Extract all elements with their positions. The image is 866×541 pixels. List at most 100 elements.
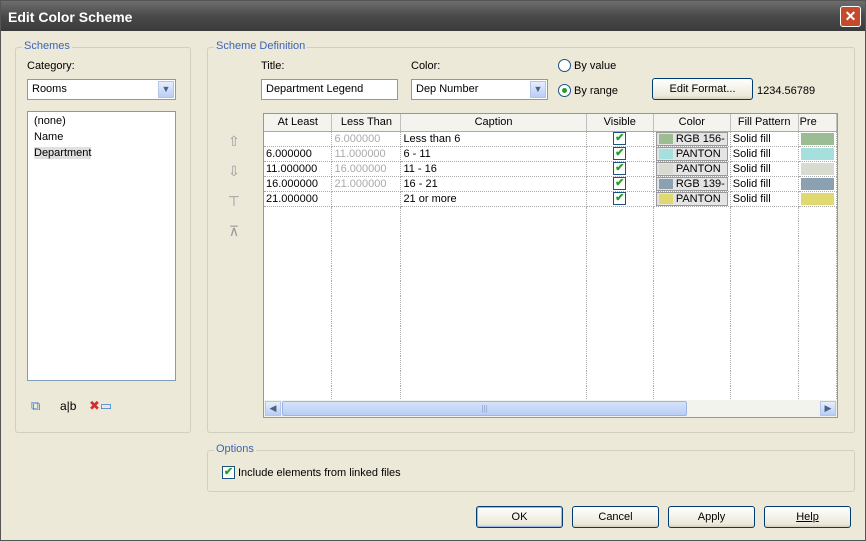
at-least-cell[interactable] [264,131,333,147]
col-preview[interactable]: Pre [798,114,837,132]
fill-pattern-cell[interactable]: Solid fill [730,146,799,162]
visible-cell[interactable]: ✔ [586,176,654,192]
color-button[interactable]: RGB 139- [655,176,728,190]
color-cell[interactable]: RGB 139- [653,176,731,192]
col-visible[interactable]: Visible [586,114,654,132]
table-row[interactable]: 11.000000 16.000000 11 - 16 ✔ PANTON Sol… [264,161,837,177]
fill-pattern-cell[interactable]: Solid fill [730,191,799,207]
checkbox-checked-icon[interactable]: ✔ [613,132,627,145]
color-name: PANTON [675,147,721,160]
empty-cell [730,311,799,326]
fill-pattern-cell[interactable]: Solid fill [730,161,799,177]
checkbox-checked-icon[interactable]: ✔ [613,147,627,160]
empty-cell [586,221,654,236]
scroll-left-icon[interactable]: ◀ [265,401,281,416]
empty-cell [798,236,837,251]
checkbox-checked-icon[interactable]: ✔ [613,177,627,190]
col-color[interactable]: Color [653,114,731,132]
less-than-cell[interactable]: 21.000000 [331,176,402,192]
include-linked-checkbox[interactable]: ✔ Include elements from linked files [222,466,401,479]
less-than-cell[interactable]: 16.000000 [331,161,402,177]
move-row-down-icon[interactable]: ⇩ [225,163,243,179]
title-input[interactable]: Department Legend [261,79,398,100]
scroll-thumb[interactable]: ||| [282,401,687,416]
duplicate-scheme-icon[interactable]: ⧉ [31,398,40,414]
empty-cell [586,251,654,266]
apply-button[interactable]: Apply [668,506,755,528]
delete-scheme-icon[interactable]: ✖▭ [89,398,112,414]
color-cell[interactable]: PANTON [653,146,731,162]
color-button[interactable]: RGB 156- [655,131,728,145]
less-than-cell[interactable]: 6.000000 [331,131,402,147]
color-name: PANTON [675,192,721,205]
scheme-item-none[interactable]: (none) [28,114,175,130]
at-least-cell[interactable]: 6.000000 [264,146,333,162]
table-row[interactable]: 21.000000 21 or more ✔ PANTON Solid fill [264,191,837,207]
delete-row-icon[interactable]: ⊼ [225,223,243,239]
caption-cell[interactable]: 11 - 16 [400,161,587,177]
by-range-label: By range [574,84,619,97]
by-value-radio[interactable]: By value [558,59,616,72]
table-row[interactable]: 6.000000 11.000000 6 - 11 ✔ PANTON Solid… [264,146,837,162]
category-select[interactable]: Rooms ▼ [27,79,176,100]
color-cell[interactable]: RGB 156- [653,131,731,147]
visible-cell[interactable]: ✔ [586,131,654,147]
ok-button[interactable]: OK [476,506,563,528]
caption-cell[interactable]: Less than 6 [400,131,587,147]
scheme-table[interactable]: At Least Less Than Caption Visible Color… [263,113,838,418]
rename-scheme-icon[interactable]: a|b [60,399,76,413]
col-less-than[interactable]: Less Than [331,114,402,132]
color-button[interactable]: PANTON [655,191,728,205]
scroll-right-icon[interactable]: ▶ [820,401,836,416]
visible-cell[interactable]: ✔ [586,146,654,162]
empty-row [264,236,837,251]
caption-cell[interactable]: 21 or more [400,191,587,207]
caption-cell[interactable]: 6 - 11 [400,146,587,162]
radio-selected-icon [558,84,571,97]
col-caption[interactable]: Caption [400,114,587,132]
checkbox-checked-icon[interactable]: ✔ [613,162,627,175]
by-range-radio[interactable]: By range [558,84,618,97]
empty-cell [400,311,587,326]
empty-cell [798,311,837,326]
empty-cell [400,356,587,371]
empty-row [264,221,837,236]
at-least-cell[interactable]: 11.000000 [264,161,333,177]
visible-cell[interactable]: ✔ [586,161,654,177]
color-cell[interactable]: PANTON [653,191,731,207]
less-than-cell[interactable] [331,191,402,207]
empty-cell [331,386,402,401]
edit-format-button[interactable]: Edit Format... [652,78,753,100]
scheme-item-department[interactable]: Department [34,147,92,159]
table-row[interactable]: 6.000000 Less than 6 ✔ RGB 156- Solid fi… [264,131,837,147]
help-button[interactable]: Help [764,506,851,528]
color-cell[interactable]: PANTON [653,161,731,177]
move-row-up-icon[interactable]: ⇧ [225,133,243,149]
fill-pattern-cell[interactable]: Solid fill [730,176,799,192]
table-row[interactable]: 16.000000 21.000000 16 - 21 ✔ RGB 139- S… [264,176,837,192]
empty-cell [798,296,837,311]
preview-cell [798,131,837,147]
less-than-cell[interactable]: 11.000000 [331,146,402,162]
scheme-list[interactable]: (none) Name Department [27,111,176,381]
col-fill-pattern[interactable]: Fill Pattern [730,114,799,132]
at-least-cell[interactable]: 16.000000 [264,176,333,192]
horizontal-scrollbar[interactable]: ◀ ||| ▶ [264,400,837,417]
close-button[interactable]: ✕ [840,6,861,27]
col-at-least[interactable]: At Least [264,114,333,132]
fill-pattern-cell[interactable]: Solid fill [730,131,799,147]
caption-cell[interactable]: 16 - 21 [400,176,587,192]
cancel-button[interactable]: Cancel [572,506,659,528]
color-select[interactable]: Dep Number ▼ [411,79,548,100]
checkbox-checked-icon[interactable]: ✔ [613,192,627,205]
chevron-down-icon[interactable]: ▼ [530,81,546,98]
color-button[interactable]: PANTON [655,146,728,160]
visible-cell[interactable]: ✔ [586,191,654,207]
scheme-item-name[interactable]: Name [28,130,175,146]
insert-row-icon[interactable]: ⊤ [225,193,243,209]
scheme-grid: At Least Less Than Caption Visible Color… [264,114,837,416]
chevron-down-icon[interactable]: ▼ [158,81,174,98]
empty-cell [798,341,837,356]
color-button[interactable]: PANTON [655,161,728,175]
at-least-cell[interactable]: 21.000000 [264,191,333,207]
